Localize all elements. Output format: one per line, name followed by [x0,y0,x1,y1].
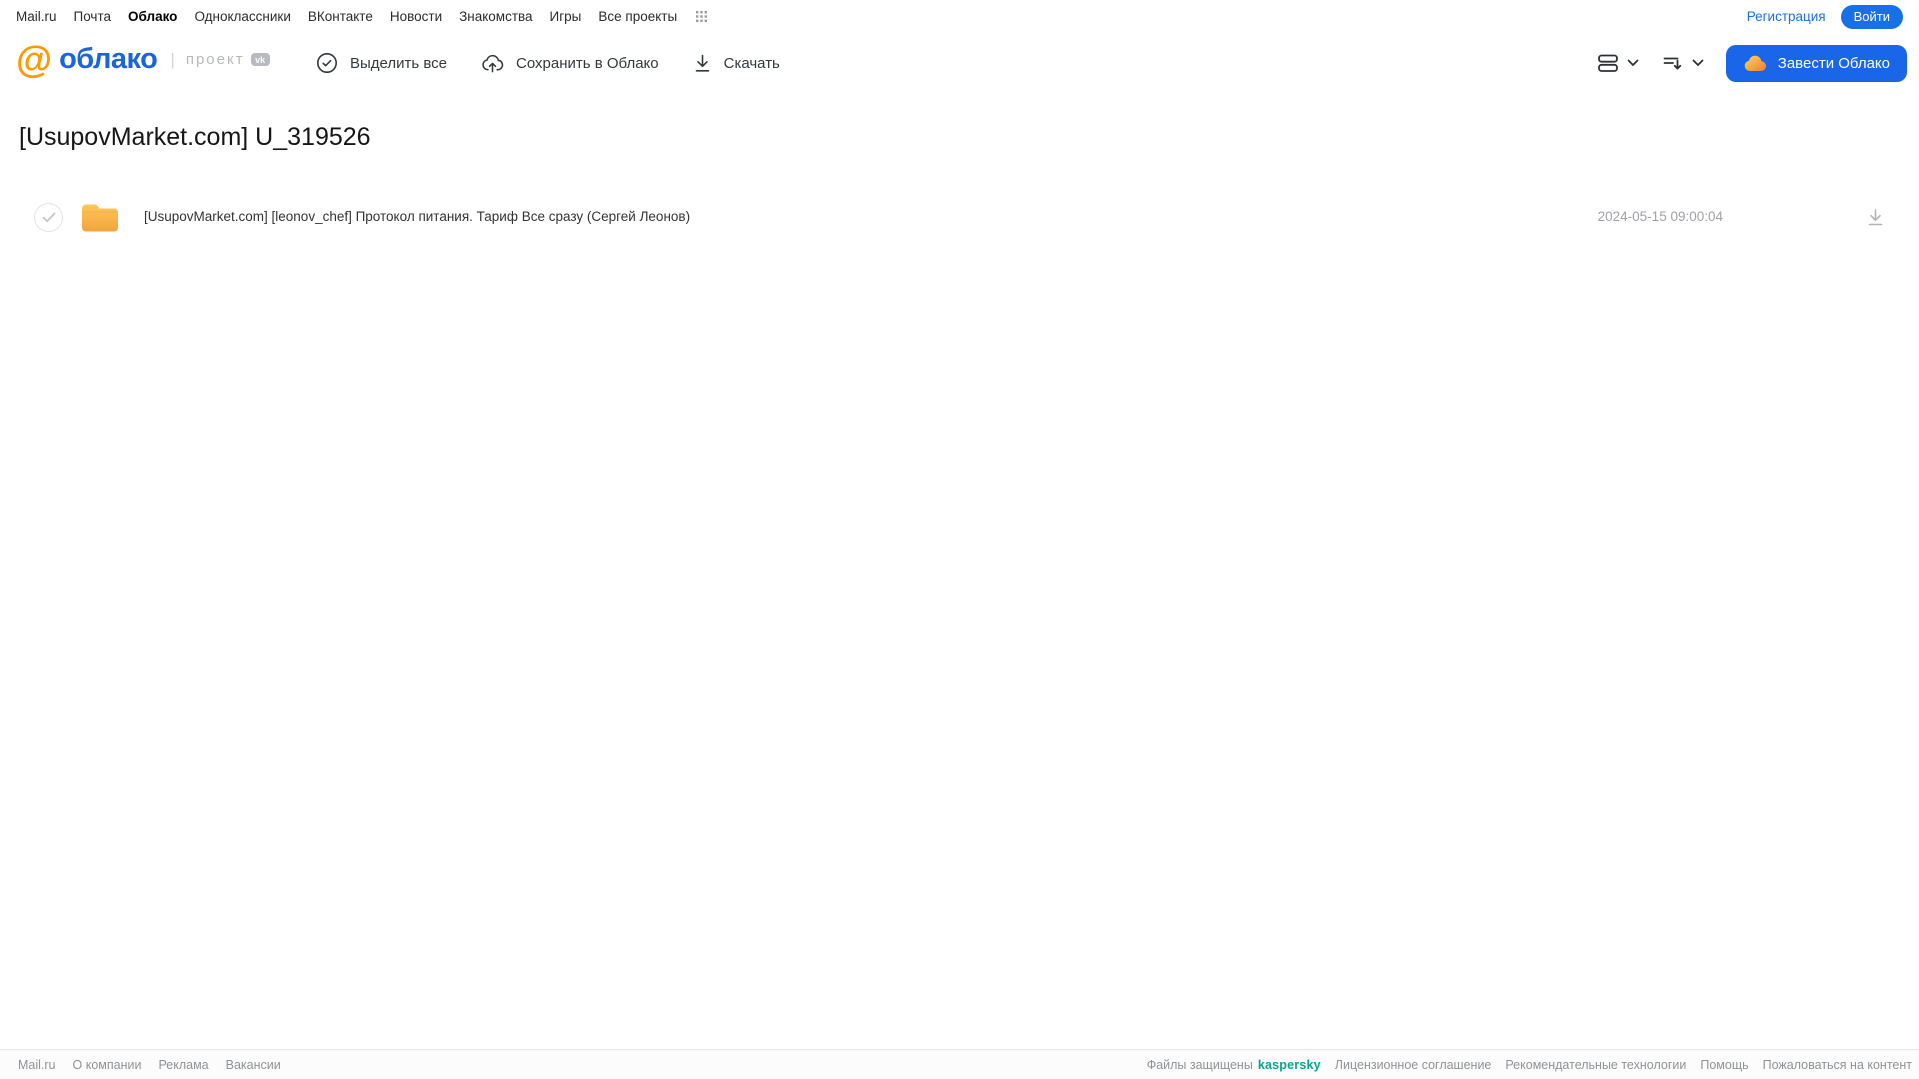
sort-icon [1661,52,1685,74]
footer: Mail.ru О компании Реклама Вакансии Файл… [0,1049,1919,1079]
get-cloud-label: Завести Облако [1777,54,1890,72]
sort-control[interactable] [1661,52,1704,74]
download-icon [693,53,712,74]
project-label: проект [185,51,245,68]
chevron-down-icon [1627,59,1639,67]
footer-license-link[interactable]: Лицензионное соглашение [1335,1058,1492,1072]
vk-icon: vk [250,53,270,66]
nav-all-projects[interactable]: Все проекты [598,9,677,24]
footer-mailru-link[interactable]: Mail.ru [18,1058,56,1072]
nav-cloud[interactable]: Облако [128,9,177,24]
portal-navbar: Mail.ru Почта Облако Одноклассники ВКонт… [0,0,1919,33]
get-cloud-button[interactable]: Завести Облако [1725,44,1907,82]
nav-vkontakte[interactable]: ВКонтакте [308,9,373,24]
footer-report-link[interactable]: Пожаловаться на контент [1763,1058,1912,1072]
mailru-at-icon: @ [16,39,53,80]
cloud-logo[interactable]: @ облако | проект vk [16,41,270,78]
file-row[interactable]: [UsupovMarket.com] [leonov_chef] Протоко… [0,196,1919,240]
folder-icon [78,198,122,236]
file-toolbar: Выделить все Сохранить в Облако Скачать [316,33,780,93]
header: @ облако | проект vk Выделить все Сохран… [0,33,1919,93]
nav-odnoklassniki[interactable]: Одноклассники [194,9,290,24]
registration-link[interactable]: Регистрация [1747,9,1826,24]
footer-recommend-tech-link[interactable]: Рекомендательные технологии [1505,1058,1686,1072]
check-circle-icon [316,52,338,74]
select-all-label: Выделить все [350,54,448,72]
save-to-cloud-label: Сохранить в Облако [516,54,659,72]
nav-dating[interactable]: Знакомства [459,9,532,24]
select-all-button[interactable]: Выделить все [316,52,447,74]
login-button[interactable]: Войти [1840,4,1903,29]
footer-jobs-link[interactable]: Вакансии [226,1058,281,1072]
logo-divider: | [170,49,175,69]
cloud-upload-icon [481,52,504,74]
row-download-icon[interactable] [1865,207,1886,228]
nav-games[interactable]: Игры [550,9,582,24]
nav-mailru[interactable]: Mail.ru [16,9,57,24]
list-view-icon [1596,52,1620,74]
file-date: 2024-05-15 09:00:04 [1597,209,1723,224]
footer-about-link[interactable]: О компании [73,1058,142,1072]
kaspersky-logo[interactable]: kaspersky [1258,1058,1321,1072]
header-right-controls: Завести Облако [1596,33,1907,93]
footer-left-links: Mail.ru О компании Реклама Вакансии [18,1058,281,1072]
auth-area: Регистрация Войти [1747,4,1903,29]
save-to-cloud-button[interactable]: Сохранить в Облако [481,52,659,74]
nav-news[interactable]: Новости [390,9,442,24]
protected-by: Файлы защищены kaspersky [1147,1058,1321,1072]
view-mode-control[interactable] [1596,52,1639,74]
file-name-link[interactable]: [UsupovMarket.com] [leonov_chef] Протоко… [144,209,690,224]
footer-help-link[interactable]: Помощь [1700,1058,1748,1072]
row-checkbox[interactable] [34,203,63,232]
apps-grid-icon[interactable] [696,11,708,22]
check-icon [42,212,55,223]
footer-right-links: Файлы защищены kaspersky Лицензионное со… [1147,1058,1912,1072]
chevron-down-icon [1692,59,1704,67]
download-button[interactable]: Скачать [693,53,780,74]
protected-by-label: Файлы защищены [1146,1057,1253,1072]
cloud-badge-icon [1743,54,1768,73]
portal-links: Mail.ru Почта Облако Одноклассники ВКонт… [16,9,708,24]
nav-mail[interactable]: Почта [74,9,112,24]
download-label: Скачать [723,54,780,72]
logo-wordmark: облако [59,43,158,75]
footer-ads-link[interactable]: Реклама [158,1058,208,1072]
page-title: [UsupovMarket.com] U_319526 [19,123,371,151]
